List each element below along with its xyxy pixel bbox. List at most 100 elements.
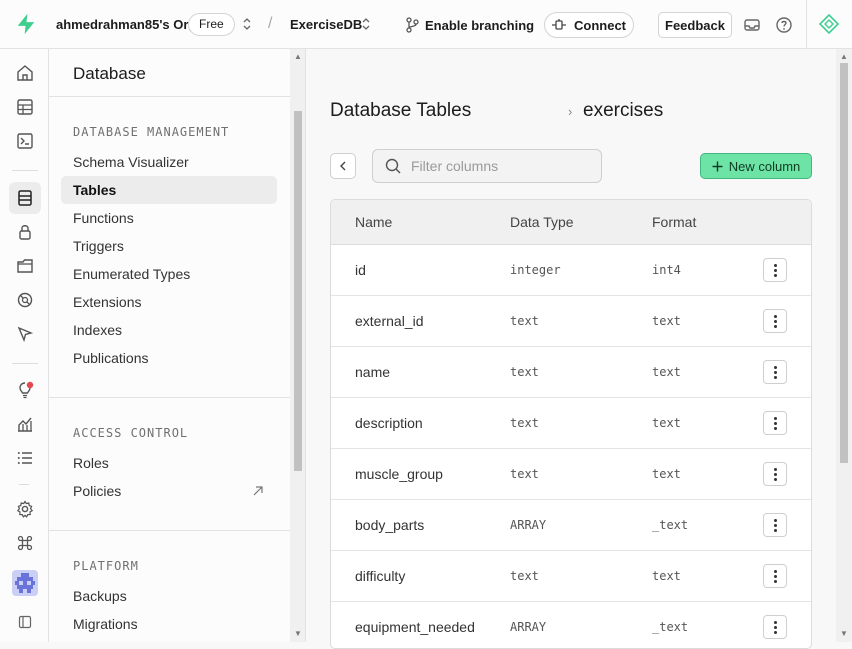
enable-branching-button[interactable]: Enable branching xyxy=(405,17,534,33)
column-name: id xyxy=(355,262,366,278)
table-row: muscle_group text text xyxy=(331,449,811,500)
column-header-format: Format xyxy=(652,214,697,230)
table-row: id integer int4 xyxy=(331,245,811,296)
menu-item-migrations[interactable]: Migrations xyxy=(61,610,277,638)
menu-item-schema-visualizer[interactable]: Schema Visualizer xyxy=(61,148,277,176)
table-row: description text text xyxy=(331,398,811,449)
storage-icon[interactable] xyxy=(9,250,41,282)
reports-icon[interactable] xyxy=(9,408,41,440)
table-row: body_parts ARRAY _text xyxy=(331,500,811,551)
main-scrollbar[interactable]: ▲ ▼ xyxy=(836,49,852,642)
row-actions-more-icon[interactable] xyxy=(763,309,787,333)
filter-columns-search[interactable] xyxy=(372,149,602,183)
git-branch-icon xyxy=(406,17,419,33)
scroll-up-arrow-icon[interactable]: ▲ xyxy=(836,52,852,61)
column-name: equipment_needed xyxy=(355,619,475,635)
section-heading-platform: PLATFORM xyxy=(73,559,139,573)
column-data-type: ARRAY xyxy=(510,518,547,532)
menu-item-roles[interactable]: Roles xyxy=(61,449,277,477)
column-data-type: text xyxy=(510,314,539,328)
column-name: body_parts xyxy=(355,517,425,533)
org-switcher-chevron-icon[interactable] xyxy=(242,17,252,36)
menu-item-extensions[interactable]: Extensions xyxy=(61,288,277,316)
scroll-up-arrow-icon[interactable]: ▲ xyxy=(290,52,305,61)
plan-badge: Free xyxy=(188,13,235,36)
column-data-type: ARRAY xyxy=(510,620,547,634)
feedback-label: Feedback xyxy=(665,17,725,33)
table-editor-icon[interactable] xyxy=(9,91,41,123)
sql-editor-icon[interactable] xyxy=(9,125,41,157)
back-button[interactable] xyxy=(330,153,356,179)
org-name[interactable]: ahmedrahman85's Org xyxy=(56,17,196,32)
breadcrumb-separator: / xyxy=(268,15,273,32)
scroll-down-arrow-icon[interactable]: ▼ xyxy=(290,629,305,638)
new-column-button[interactable]: New column xyxy=(700,153,812,179)
row-actions-more-icon[interactable] xyxy=(763,615,787,639)
column-format: text xyxy=(652,467,681,481)
column-format: text xyxy=(652,569,681,583)
breadcrumb-table-name: exercises xyxy=(583,100,664,121)
inbox-icon[interactable] xyxy=(743,16,761,34)
breadcrumb-database-tables[interactable]: Database Tables xyxy=(330,100,471,122)
menu-item-policies-label: Policies xyxy=(73,483,122,499)
menu-item-publications[interactable]: Publications xyxy=(61,344,277,372)
menu-scrollbar[interactable]: ▲ ▼ xyxy=(290,49,305,642)
logs-icon[interactable] xyxy=(9,442,41,474)
rail-divider xyxy=(12,363,38,364)
row-actions-more-icon[interactable] xyxy=(763,411,787,435)
row-actions-more-icon[interactable] xyxy=(763,360,787,384)
columns-table: Name Data Type Format id integer int4 exter… xyxy=(330,199,812,649)
project-switcher-chevron-icon[interactable] xyxy=(361,17,371,36)
main-content: Database Tables › exercises New column N… xyxy=(306,49,836,649)
row-actions-more-icon[interactable] xyxy=(763,462,787,486)
connect-button[interactable]: Connect xyxy=(544,12,634,38)
new-column-label: New column xyxy=(728,158,801,174)
topbar-divider xyxy=(806,0,807,49)
row-actions-more-icon[interactable] xyxy=(763,513,787,537)
menu-item-triggers[interactable]: Triggers xyxy=(61,232,277,260)
authentication-icon[interactable] xyxy=(9,216,41,248)
menu-item-policies[interactable]: Policies xyxy=(61,477,277,505)
menu-item-enumerated-types[interactable]: Enumerated Types xyxy=(61,260,277,288)
edge-functions-icon[interactable] xyxy=(9,284,41,316)
row-actions-more-icon[interactable] xyxy=(763,564,787,588)
command-icon[interactable] xyxy=(9,527,41,559)
home-icon[interactable] xyxy=(9,57,41,89)
row-actions-more-icon[interactable] xyxy=(763,258,787,282)
advisors-icon[interactable] xyxy=(9,374,41,406)
settings-gear-icon[interactable] xyxy=(9,493,41,525)
plug-icon xyxy=(552,19,566,30)
search-icon xyxy=(385,158,401,174)
feedback-button[interactable]: Feedback xyxy=(658,12,732,38)
menu-divider xyxy=(49,397,290,398)
database-menu: Database DATABASE MANAGEMENT Schema Visu… xyxy=(49,49,306,642)
section-heading-database-management: DATABASE MANAGEMENT xyxy=(73,125,230,139)
database-icon[interactable] xyxy=(9,182,41,214)
menu-divider xyxy=(49,530,290,531)
rail-divider xyxy=(12,170,38,171)
menu-scrollbar-thumb[interactable] xyxy=(294,111,302,471)
collapse-sidebar-icon[interactable] xyxy=(9,606,41,638)
column-format: text xyxy=(652,416,681,430)
project-name[interactable]: ExerciseDB xyxy=(290,17,362,32)
menu-item-backups[interactable]: Backups xyxy=(61,582,277,610)
menu-item-tables[interactable]: Tables xyxy=(61,176,277,204)
scroll-down-arrow-icon[interactable]: ▼ xyxy=(836,629,852,638)
supabase-logo-icon[interactable] xyxy=(15,13,37,35)
realtime-icon[interactable] xyxy=(9,318,41,350)
filter-columns-input[interactable] xyxy=(411,158,581,174)
menu-item-functions[interactable]: Functions xyxy=(61,204,277,232)
connect-label: Connect xyxy=(574,17,626,33)
column-name: difficulty xyxy=(355,568,406,584)
column-name: muscle_group xyxy=(355,466,443,482)
table-row: name text text xyxy=(331,347,811,398)
column-format: _text xyxy=(652,518,689,532)
help-icon[interactable] xyxy=(775,16,793,34)
plus-icon xyxy=(712,161,723,171)
column-format: int4 xyxy=(652,263,681,277)
user-avatar[interactable] xyxy=(9,567,41,599)
main-scrollbar-thumb[interactable] xyxy=(840,63,848,463)
menu-item-indexes[interactable]: Indexes xyxy=(61,316,277,344)
assistant-icon[interactable] xyxy=(819,14,839,34)
column-data-type: text xyxy=(510,467,539,481)
